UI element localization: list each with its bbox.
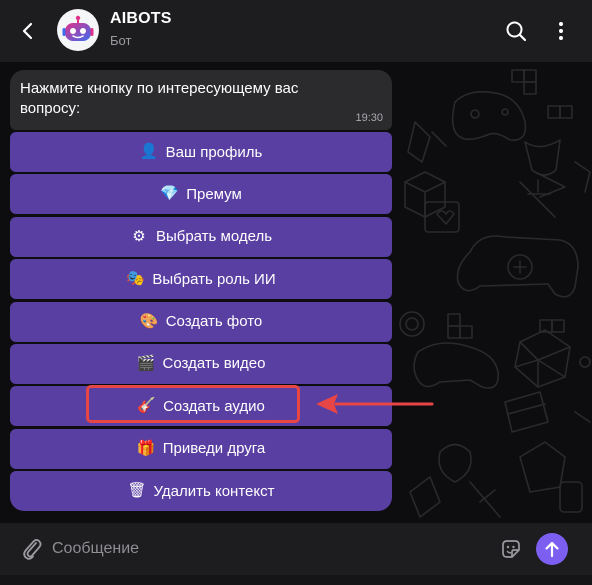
gift-icon: 🎁 [136, 439, 156, 457]
clapperboard-icon: 🎬 [136, 354, 156, 372]
palette-icon: 🎨 [139, 312, 159, 330]
button-label: Выбрать роль ИИ [152, 270, 276, 288]
inline-keyboard: 👤 Ваш профиль 💎 Премум ⚙ Выбрать модель … [10, 132, 392, 514]
chat-header: AIBOTS Бот [0, 0, 592, 62]
chat-area[interactable]: Нажмите кнопку по интересующему вас вопр… [0, 62, 592, 523]
gear-icon: ⚙ [132, 227, 146, 245]
guitar-icon: 🎸 [137, 397, 156, 415]
select-ai-role-button[interactable]: 🎭 Выбрать роль ИИ [10, 259, 392, 300]
chat-subtitle: Бот [110, 33, 132, 48]
button-label: Создать видео [162, 355, 266, 373]
arrow-left-icon [316, 394, 434, 414]
bot-avatar[interactable] [57, 9, 99, 51]
paperclip-icon [23, 539, 42, 560]
button-label: Приведи друга [162, 440, 266, 458]
button-label: Создать фото [165, 313, 263, 331]
theater-masks-icon: 🎭 [126, 270, 146, 288]
button-label: Удалить контекст [153, 482, 275, 500]
message-text: Нажмите кнопку по интересующему вас вопр… [20, 80, 299, 117]
select-model-button[interactable]: ⚙ Выбрать модель [10, 216, 392, 257]
robot-logo-icon [62, 15, 94, 41]
search-icon [506, 21, 527, 42]
button-label: Создать аудио [163, 397, 265, 415]
delete-context-button[interactable]: 🗑 Удалить контекст [10, 471, 392, 512]
create-video-button[interactable]: 🎬 Создать видео [10, 343, 392, 384]
message-input[interactable] [52, 535, 482, 563]
sticker-button[interactable] [497, 535, 525, 563]
attach-button[interactable] [18, 535, 46, 563]
sticker-icon [502, 540, 520, 558]
gem-icon: 💎 [160, 185, 179, 203]
more-menu-button[interactable] [545, 15, 577, 47]
invite-friend-button[interactable]: 🎁 Приведи друга [10, 428, 392, 469]
premium-button[interactable]: 💎 Премум [10, 174, 392, 215]
button-label: Премум [186, 185, 242, 203]
button-label: Ваш профиль [165, 143, 263, 161]
composer-bar [0, 523, 592, 575]
trash-icon: 🗑 [127, 482, 147, 500]
search-button[interactable] [500, 15, 532, 47]
message-time: 19:30 [355, 112, 383, 124]
back-button[interactable] [12, 15, 44, 47]
chat-title[interactable]: AIBOTS [110, 10, 172, 28]
send-button[interactable] [536, 533, 568, 565]
button-label: Выбрать модель [155, 228, 273, 246]
arrow-up-icon [545, 541, 559, 558]
person-icon: 👤 [139, 143, 159, 160]
create-photo-button[interactable]: 🎨 Создать фото [10, 301, 392, 342]
bot-message-bubble[interactable]: Нажмите кнопку по интересующему вас вопр… [10, 70, 392, 130]
more-vertical-icon [559, 22, 563, 40]
chevron-left-icon [22, 22, 33, 40]
profile-button[interactable]: 👤 Ваш профиль [10, 132, 392, 172]
bottom-edge [0, 575, 592, 585]
